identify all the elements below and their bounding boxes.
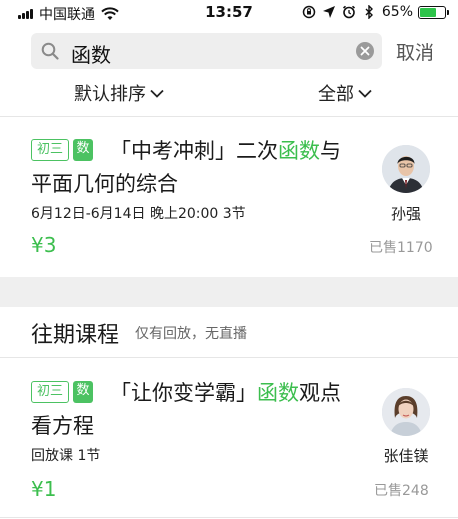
bluetooth-icon [365,5,373,19]
scope-label: 全部 [318,84,354,105]
course-title-line1: 「中考冲刺」二次函数与 [110,139,341,163]
course-card[interactable]: 初三 数 「让你变学霸」函数观点 看方程 回放课 1节 ¥1 已售248 张佳镁 [0,358,458,518]
battery-percent: 65% [381,4,413,20]
course-title-line1: 「让你变学霸」函数观点 [110,381,341,405]
search-query-text: 函数 [71,43,111,67]
course-sold-count: 已售248 [374,483,429,499]
bottom-divider [0,517,458,518]
scope-dropdown[interactable]: 全部 [318,80,372,106]
course-sold-count: 已售1170 [369,240,433,256]
search-icon [41,42,59,60]
search-input[interactable]: 函数 [31,33,382,69]
teacher-name: 张佳镁 [383,447,429,465]
course-price: ¥1 [31,477,57,501]
battery-level-fill [420,7,436,17]
location-icon [322,6,335,18]
status-bar: 中国联通 13:57 65% [0,0,458,24]
section-title: 往期课程 [31,323,120,348]
course-title-line2: 看方程 [31,414,94,438]
orientation-lock-icon [302,5,316,19]
course-schedule: 回放课 1节 [31,448,101,464]
chevron-down-icon [150,89,164,98]
alarm-icon [342,5,355,19]
status-bar-right: 65% [296,4,449,20]
grade-tag: 初三 [31,381,69,403]
battery-icon [418,5,449,19]
course-card[interactable]: 初三 数 「中考冲刺」二次函数与 平面几何的综合 6月12日-6月14日 晚上2… [0,117,458,277]
sort-label: 默认排序 [74,84,146,105]
search-row: 函数 取消 [0,30,458,70]
course-title-line2: 平面几何的综合 [31,172,178,196]
subject-tag: 数 [73,139,93,161]
course-price: ¥3 [31,233,57,257]
cancel-button[interactable]: 取消 [396,38,434,65]
course-schedule: 6月12日-6月14日 晚上20:00 3节 [31,206,246,222]
section-subtitle: 仅有回放，无直播 [135,326,247,342]
subject-tag: 数 [73,381,93,403]
chevron-down-icon [358,89,372,98]
teacher-avatar [382,388,430,436]
sort-dropdown[interactable]: 默认排序 [74,80,164,106]
past-courses-header: 往期课程 仅有回放，无直播 [0,277,458,357]
teacher-name: 孙强 [390,205,421,223]
grade-tag: 初三 [31,139,69,161]
teacher-avatar [382,145,430,193]
filter-row: 默认排序 全部 [0,78,458,108]
clear-search-icon[interactable] [356,42,374,60]
